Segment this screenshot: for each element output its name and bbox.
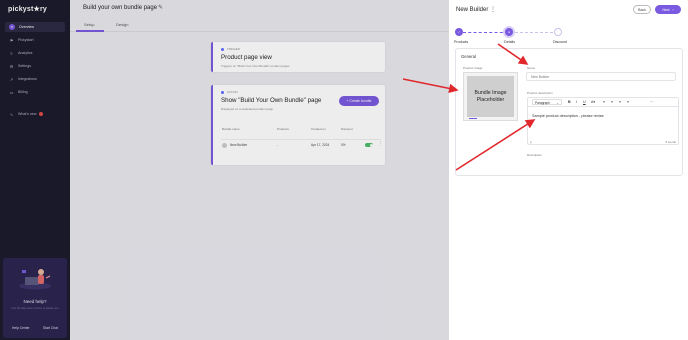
product-image-uploader[interactable]: Bundle Image Placeholder	[463, 72, 518, 121]
kebab-menu-icon[interactable]: ⋮	[490, 6, 496, 13]
panel-title: New Builder	[456, 7, 489, 13]
align-center-icon[interactable]: ≡	[611, 100, 613, 104]
align-left-icon[interactable]: ≡	[603, 100, 605, 104]
underline-icon[interactable]: U	[583, 100, 586, 104]
general-section: General Product image Bundle Image Place…	[455, 48, 683, 176]
step-connector	[463, 32, 508, 33]
paragraph-select[interactable]: Paragraph ⌄	[532, 99, 562, 105]
editor-element-path: p	[530, 140, 532, 144]
step-connector	[515, 32, 553, 33]
product-image-label: Product image	[463, 66, 483, 70]
chevron-down-icon: ⌄	[556, 101, 559, 105]
word-count: 5 words	[665, 140, 676, 144]
italic-icon[interactable]: I	[576, 100, 577, 104]
description-editor[interactable]: Paragraph ⌄ B I U A▾ ≡ ≡ ≡ ≡ ··· Sample …	[527, 97, 679, 145]
overlay-dim	[0, 0, 448, 340]
back-button[interactable]: Back	[633, 5, 651, 14]
step-discount-circle[interactable]	[554, 28, 562, 36]
image-placeholder: Bundle Image Placeholder	[467, 76, 514, 117]
next-button-label: Next	[662, 7, 670, 12]
next-button[interactable]: Next ›	[655, 5, 681, 14]
chevron-right-icon: ›	[672, 7, 674, 12]
step-label-products: Products	[454, 40, 469, 44]
bold-icon[interactable]: B	[568, 100, 571, 104]
justify-icon[interactable]: ≡	[627, 100, 629, 104]
text-color-icon[interactable]: A▾	[591, 100, 595, 104]
step-label-discount: Discount	[553, 40, 567, 44]
description-text[interactable]: Sample product description - please revi…	[532, 114, 604, 118]
step-details-circle[interactable]: ●	[505, 28, 513, 36]
step-products-check-icon[interactable]: ✓	[455, 28, 463, 36]
builder-panel: New Builder ⋮ Back Next › ✓ ● Products D…	[448, 0, 688, 340]
stepper: ✓ ● Products Details Discount	[449, 25, 688, 47]
name-label: Name	[527, 66, 536, 70]
step-label-details: Details	[504, 40, 515, 44]
more-options-icon[interactable]: ···	[650, 100, 654, 104]
align-right-icon[interactable]: ≡	[619, 100, 621, 104]
paragraph-select-label: Paragraph	[535, 101, 550, 105]
image-accent-bar	[469, 118, 477, 119]
name-field[interactable]: New Builder	[526, 72, 676, 81]
editor-toolbar: Paragraph ⌄ B I U A▾ ≡ ≡ ≡ ≡ ···	[528, 98, 678, 107]
description-caption: Description	[527, 153, 543, 157]
description-label: Product description	[527, 91, 553, 95]
section-title: General	[461, 54, 476, 59]
